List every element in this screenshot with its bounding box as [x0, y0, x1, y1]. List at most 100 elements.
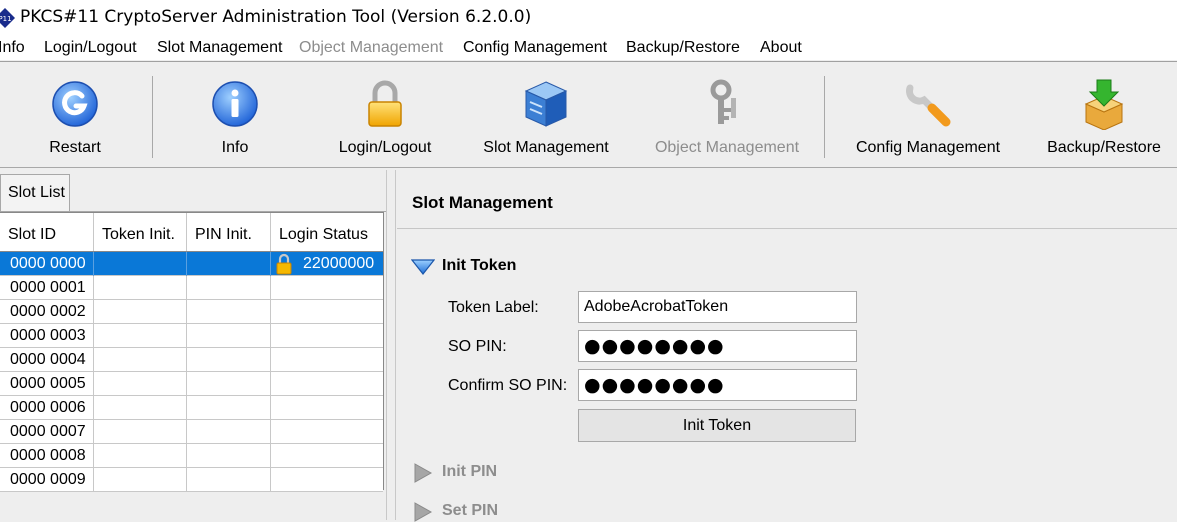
toolbar-separator-2	[824, 76, 825, 158]
token-init-cell	[94, 444, 187, 468]
table-row[interactable]: 0000 0006	[0, 396, 383, 420]
slot-id-cell: 0000 0005	[0, 372, 94, 396]
slot-table-header: Slot ID Token Init. PIN Init. Login Stat…	[0, 212, 383, 252]
set-pin-section-label: Set PIN	[442, 502, 499, 519]
panel-title: Slot Management	[412, 193, 553, 212]
table-row[interactable]: 0000 0007	[0, 420, 383, 444]
toolbar: Restart Info Login/Logout Slot Managemen…	[0, 62, 1177, 168]
confirm-so-pin-field[interactable]: ●●●●●●●●	[578, 369, 857, 401]
toolbar-info-button[interactable]: Info	[190, 74, 280, 160]
toolbar-backup-restore-label: Backup/Restore	[1047, 139, 1161, 156]
init-token-section-label: Init Token	[442, 257, 517, 274]
login-status-cell	[271, 444, 383, 468]
toolbar-object-management-label: Object Management	[654, 139, 800, 156]
pin-init-cell	[187, 300, 271, 324]
menu-login-logout[interactable]: Login/Logout	[44, 38, 137, 58]
slot-list-panel: Slot List Slot ID Token Init. PIN Init. …	[0, 170, 386, 520]
init-token-button[interactable]: Init Token	[578, 409, 856, 442]
table-row[interactable]: 0000 0009	[0, 468, 383, 492]
toolbar-bottom-border	[0, 167, 1177, 168]
slot-id-cell: 0000 0004	[0, 348, 94, 372]
menu-config-management[interactable]: Config Management	[463, 38, 607, 58]
table-row[interactable]: 0000 0004	[0, 348, 383, 372]
login-status-cell	[271, 372, 383, 396]
confirm-so-pin-label: Confirm SO PIN:	[448, 377, 568, 394]
table-row[interactable]: 0000 0001	[0, 276, 383, 300]
tab-slot-list[interactable]: Slot List	[0, 174, 70, 212]
pin-init-cell	[187, 348, 271, 372]
table-row[interactable]: 0000 0005	[0, 372, 383, 396]
title-divider	[397, 228, 1177, 229]
login-status-cell	[271, 396, 383, 420]
pin-init-cell	[187, 444, 271, 468]
token-init-cell	[94, 396, 187, 420]
token-label-label: Token Label:	[448, 299, 539, 316]
pin-init-cell	[187, 324, 271, 348]
wrench-icon	[906, 84, 951, 127]
menu-about[interactable]: About	[760, 38, 802, 58]
slot-id-cell: 0000 0003	[0, 324, 94, 348]
table-row[interactable]: 0000 0000 22000000	[0, 252, 383, 276]
column-header-token-init[interactable]: Token Init.	[94, 213, 187, 251]
toolbar-config-management-button[interactable]: Config Management	[852, 74, 1004, 160]
app-icon: P11	[0, 8, 15, 28]
triangle-right-icon	[414, 502, 433, 522]
menu-slot-management[interactable]: Slot Management	[157, 38, 282, 58]
init-pin-section-label: Init PIN	[442, 463, 498, 480]
menu-object-management[interactable]: Object Management	[299, 38, 443, 58]
toolbar-backup-restore-button[interactable]: Backup/Restore	[1036, 74, 1172, 160]
slot-id-cell: 0000 0009	[0, 468, 94, 492]
login-status-cell: 22000000	[271, 252, 383, 276]
info-icon	[212, 81, 258, 127]
slot-id-cell: 0000 0001	[0, 276, 94, 300]
token-init-cell	[94, 300, 187, 324]
padlock-icon	[276, 253, 292, 275]
slot-table: Slot ID Token Init. PIN Init. Login Stat…	[0, 212, 384, 492]
toolbar-slot-management-button[interactable]: Slot Management	[476, 74, 616, 160]
login-status-cell	[271, 348, 383, 372]
table-row[interactable]: 0000 0002	[0, 300, 383, 324]
toolbar-login-logout-label: Login/Logout	[338, 139, 432, 156]
pin-init-cell	[187, 468, 271, 492]
so-pin-field[interactable]: ●●●●●●●●	[578, 330, 857, 362]
slot-management-panel: Slot Management Init Token Token Label: …	[397, 170, 1177, 522]
triangle-right-icon	[414, 463, 433, 483]
toolbar-login-logout-button[interactable]: Login/Logout	[325, 74, 445, 160]
slot-id-cell: 0000 0006	[0, 396, 94, 420]
restart-icon	[52, 81, 98, 127]
toolbar-slot-management-label: Slot Management	[483, 139, 609, 156]
slot-id-cell: 0000 0007	[0, 420, 94, 444]
pin-init-cell	[187, 420, 271, 444]
token-init-cell	[94, 420, 187, 444]
token-init-cell	[94, 276, 187, 300]
token-init-cell	[94, 372, 187, 396]
column-header-login-status[interactable]: Login Status	[271, 213, 383, 251]
token-label-field[interactable]: AdobeAcrobatToken	[578, 291, 857, 323]
token-init-cell	[94, 324, 187, 348]
menu-bar: Info Login/Logout Slot Management Object…	[0, 34, 1177, 60]
pin-init-cell	[187, 276, 271, 300]
title-bar: P11 PKCS#11 CryptoServer Administration …	[0, 0, 1177, 34]
toolbar-restart-button[interactable]: Restart	[30, 74, 120, 160]
slot-id-cell: 0000 0008	[0, 444, 94, 468]
table-row[interactable]: 0000 0003	[0, 324, 383, 348]
slot-table-body: 0000 0000 22000000 0000 0001 0000 0002 0…	[0, 252, 383, 492]
svg-text:P11: P11	[0, 15, 12, 23]
padlock-icon	[368, 80, 402, 127]
window-title: PKCS#11 CryptoServer Administration Tool…	[20, 7, 532, 27]
toolbar-restart-label: Restart	[49, 139, 101, 156]
menu-backup-restore[interactable]: Backup/Restore	[626, 38, 740, 58]
login-status-cell	[271, 276, 383, 300]
menu-info[interactable]: Info	[0, 38, 25, 58]
token-init-cell	[94, 252, 187, 276]
column-header-pin-init[interactable]: PIN Init.	[187, 213, 271, 251]
slot-id-cell: 0000 0002	[0, 300, 94, 324]
table-row[interactable]: 0000 0008	[0, 444, 383, 468]
panel-splitter[interactable]	[386, 170, 396, 520]
pin-init-cell	[187, 396, 271, 420]
toolbar-object-management-button[interactable]: Object Management	[648, 74, 806, 160]
slot-id-cell: 0000 0000	[0, 252, 94, 276]
server-cube-icon	[524, 81, 568, 127]
login-status-cell	[271, 324, 383, 348]
column-header-slot-id[interactable]: Slot ID	[0, 213, 94, 251]
